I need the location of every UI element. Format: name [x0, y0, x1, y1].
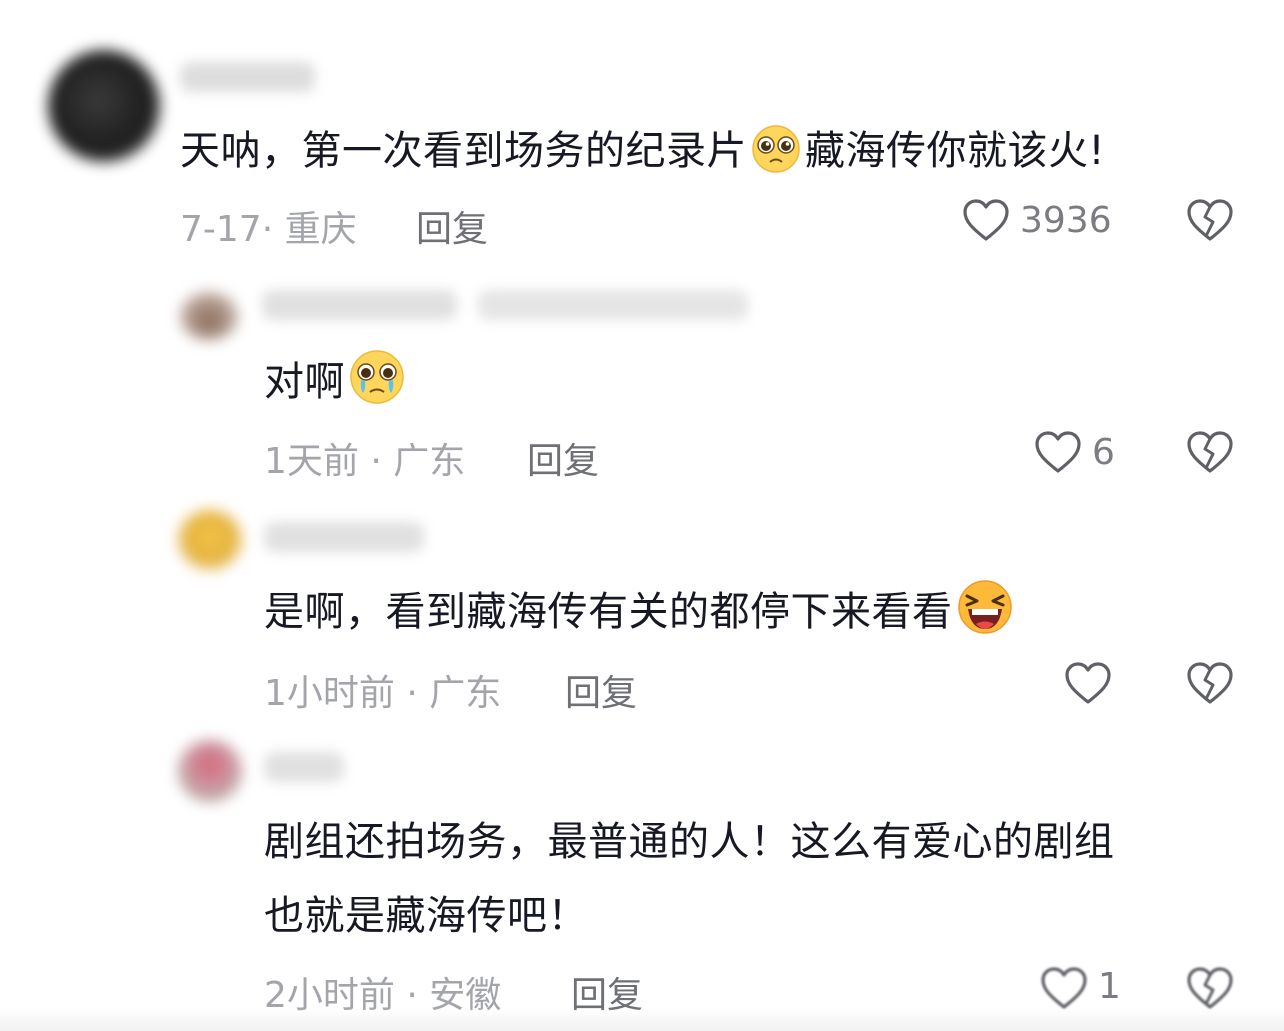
bottom-blur-overlay	[0, 1008, 1284, 1031]
comment-text-line-1: 剧组还拍场务，最普通的人！这么有爱心的剧组	[264, 819, 1115, 865]
username[interactable]	[180, 62, 315, 92]
username[interactable]	[262, 290, 457, 320]
like-count: 1	[1098, 966, 1121, 1007]
comment-text-part: 天呐，第一次看到场务的纪录片	[180, 128, 747, 174]
broken-heart-icon[interactable]	[1186, 198, 1234, 246]
avatar[interactable]	[178, 510, 242, 570]
avatar[interactable]	[178, 740, 242, 802]
heart-outline-icon[interactable]	[1064, 661, 1112, 709]
comment-text: 对啊	[264, 347, 409, 427]
like-count: 6	[1092, 432, 1115, 473]
comment-meta: 1小时前 · 广东	[264, 673, 502, 714]
comment-meta: 7-17· 重庆	[180, 209, 357, 250]
comment-text-part: 是啊，看到藏海传有关的都停下来看看	[264, 589, 953, 635]
comment-text-line-2: 也就是藏海传吧！	[264, 893, 588, 939]
avatar[interactable]	[48, 50, 160, 162]
avatar[interactable]	[180, 292, 238, 340]
reply-button[interactable]: 回复	[527, 432, 599, 484]
username[interactable]	[264, 522, 424, 552]
username-badge	[478, 290, 748, 320]
comment-text: 天呐，第一次看到场务的纪录片 藏海传你就该火!	[180, 116, 1105, 196]
username[interactable]	[264, 752, 344, 782]
heart-outline-icon[interactable]	[1034, 430, 1082, 478]
comment-text: 是啊，看到藏海传有关的都停下来看看	[264, 577, 1017, 657]
comment-meta: 1天前 · 广东	[264, 441, 466, 482]
reply-button[interactable]: 回复	[416, 200, 488, 252]
pleading-face-emoji	[749, 124, 803, 196]
broken-heart-icon[interactable]	[1186, 661, 1234, 709]
crying-pleading-face-emoji	[347, 349, 407, 427]
reply-button[interactable]: 回复	[565, 664, 637, 716]
comment-text-part: 藏海传你就该火!	[805, 128, 1106, 174]
like-count: 3936	[1020, 200, 1112, 241]
broken-heart-icon[interactable]	[1186, 430, 1234, 478]
heart-outline-icon[interactable]	[1040, 966, 1088, 1014]
heart-outline-icon[interactable]	[962, 198, 1010, 246]
laughing-squint-face-emoji	[955, 579, 1015, 657]
broken-heart-icon[interactable]	[1186, 966, 1234, 1014]
comment-text-part: 对啊	[264, 359, 345, 405]
